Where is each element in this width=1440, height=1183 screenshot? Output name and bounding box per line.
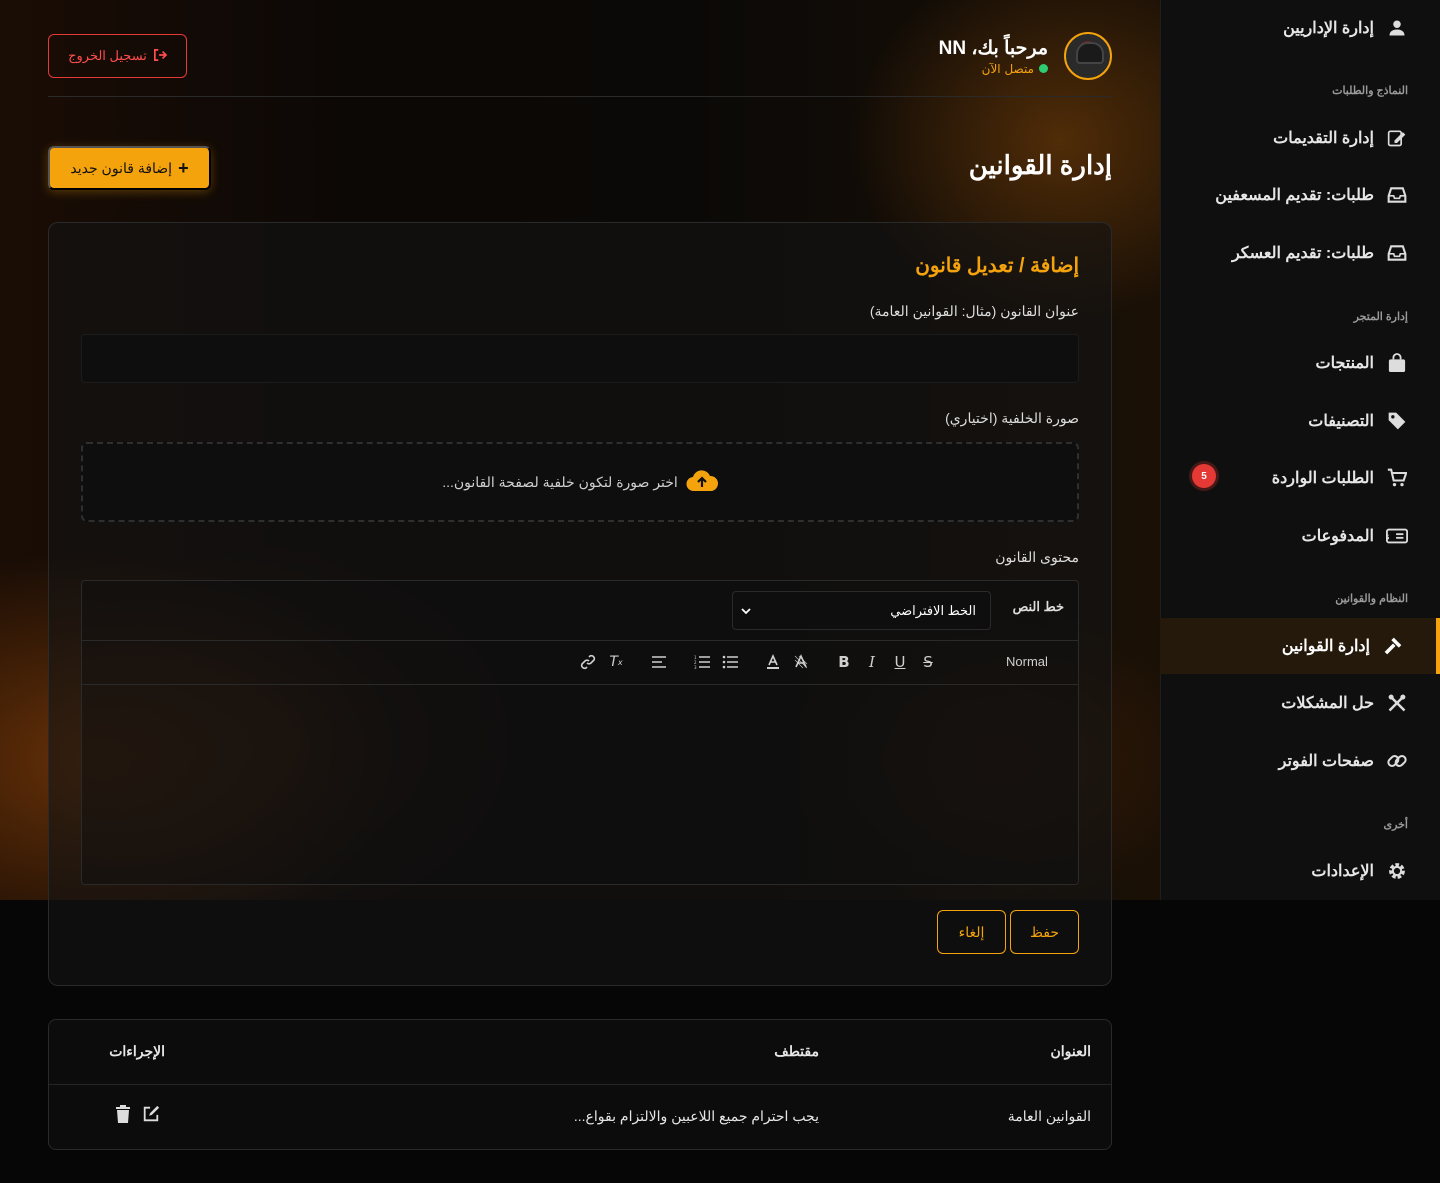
sidebar-item-label: المدفوعات: [1301, 528, 1374, 545]
section-other: أخرى: [1383, 819, 1408, 831]
cancel-button[interactable]: إلغاء: [937, 910, 1006, 954]
page-title: إدارة القوانين: [968, 150, 1112, 180]
sidebar-item-label: صفحات الفوتر: [1278, 753, 1374, 770]
sidebar-item-label: إدارة القوانين: [1281, 638, 1370, 655]
sidebar-item-label: المنتجات: [1315, 355, 1375, 372]
strike-icon[interactable]: S: [917, 651, 939, 673]
sidebar-item-label: إدارة التقديمات: [1273, 130, 1374, 147]
rule-title-cell: القوانين العامة: [1007, 1108, 1091, 1124]
shopping-bag-icon: [1386, 352, 1408, 374]
logout-icon: [153, 48, 168, 64]
add-rule-label: إضافة قانون جديد: [70, 159, 173, 176]
bold-icon[interactable]: B: [833, 651, 855, 673]
rule-excerpt-cell: يجب احترام جميع اللاعبين والالتزام بقواع…: [573, 1108, 819, 1124]
svg-text:$: $: [1386, 532, 1390, 542]
money-bill-icon: $: [1386, 525, 1408, 547]
sidebar-item-products[interactable]: المنتجات: [1160, 335, 1440, 391]
text-color-icon[interactable]: [762, 651, 784, 673]
rules-table: العنوان مقتطف الإجراءات القوانين العامة …: [48, 1019, 1112, 1150]
add-rule-button[interactable]: + إضافة قانون جديد: [48, 146, 211, 190]
orders-count-badge: 5: [1192, 464, 1216, 488]
sidebar-item-rules[interactable]: إدارة القوانين: [1160, 618, 1440, 674]
background-upload-dropzone[interactable]: اختر صورة لتكون خلفية لصفحة القانون...: [81, 442, 1079, 522]
header-divider: [48, 96, 1112, 97]
save-button[interactable]: حفظ: [1010, 910, 1079, 954]
rule-form-card: إضافة / تعديل قانون عنوان القانون (مثال:…: [48, 222, 1112, 986]
status-text: متصل الآن: [981, 61, 1034, 76]
cart-icon: [1386, 467, 1408, 489]
form-title: إضافة / تعديل قانون: [915, 255, 1079, 277]
align-icon[interactable]: [648, 651, 670, 673]
rule-content-label: محتوى القانون: [995, 549, 1079, 565]
sidebar-item-admins[interactable]: إدارة الإداريين: [1160, 0, 1440, 56]
chevron-down-icon: [741, 603, 751, 618]
sidebar-item-label: التصنيفات: [1308, 413, 1374, 430]
rule-title-label: عنوان القانون (مثال: القوانين العامة): [869, 303, 1079, 319]
sidebar-item-settings[interactable]: الإعدادات: [1160, 843, 1440, 899]
sidebar-item-applications[interactable]: إدارة التقديمات: [1160, 110, 1440, 166]
heading-select[interactable]: Normal: [1006, 654, 1048, 669]
font-select[interactable]: الخط الافتراضي: [732, 591, 991, 630]
font-select-value: الخط الافتراضي: [890, 602, 976, 618]
sidebar-item-troubleshooting[interactable]: حل المشكلات: [1160, 675, 1440, 731]
logout-button[interactable]: تسجيل الخروج: [48, 34, 187, 78]
clear-format-icon[interactable]: Tx: [605, 651, 627, 673]
section-system: النظام والقوانين: [1335, 593, 1408, 605]
sidebar-item-label: طلبات: تقديم المسعفين: [1215, 187, 1374, 204]
italic-icon[interactable]: I: [861, 651, 883, 673]
sidebar-item-payments[interactable]: $ المدفوعات: [1160, 508, 1440, 564]
inbox-icon: [1386, 242, 1408, 264]
sidebar-item-medic-requests[interactable]: طلبات: تقديم المسعفين: [1160, 167, 1440, 223]
column-title-header: العنوان: [1050, 1043, 1091, 1059]
user-profile: مرحباً بك، NN متصل الآن: [939, 32, 1112, 80]
sidebar-item-label: إدارة الإداريين: [1283, 20, 1374, 37]
gear-icon: [1386, 860, 1408, 882]
sidebar-item-orders[interactable]: الطلبات الواردة 5: [1160, 450, 1440, 506]
sidebar-item-label: الطلبات الواردة: [1271, 470, 1374, 487]
sidebar-item-categories[interactable]: التصنيفات: [1160, 393, 1440, 449]
sidebar-item-military-requests[interactable]: طلبات: تقديم العسكر: [1160, 225, 1440, 281]
section-forms: النماذج والطلبات: [1332, 85, 1408, 97]
column-actions-header: الإجراءات: [109, 1043, 165, 1059]
inbox-icon: [1386, 184, 1408, 206]
edit-icon[interactable]: [141, 1104, 161, 1124]
bullet-list-icon[interactable]: [719, 651, 741, 673]
logout-label: تسجيل الخروج: [68, 48, 147, 63]
avatar[interactable]: [1064, 32, 1112, 80]
plus-icon: +: [178, 157, 189, 178]
sidebar-item-footer-pages[interactable]: صفحات الفوتر: [1160, 733, 1440, 789]
section-store: إدارة المتجر: [1353, 311, 1408, 323]
sidebar-item-label: الإعدادات: [1311, 863, 1374, 880]
online-dot-icon: [1039, 64, 1048, 73]
font-label: خط النص: [1012, 599, 1064, 614]
background-color-icon[interactable]: [790, 651, 812, 673]
background-image-label: صورة الخلفية (اختياري): [945, 410, 1079, 426]
user-icon: [1386, 17, 1408, 39]
welcome-text: مرحباً بك، NN: [938, 37, 1048, 59]
gavel-icon: [1382, 635, 1404, 657]
tags-icon: [1386, 410, 1408, 432]
cloud-upload-icon: [686, 469, 718, 496]
sidebar-item-label: طلبات: تقديم العسكر: [1231, 245, 1374, 262]
link-icon[interactable]: [577, 651, 599, 673]
sidebar-item-label: حل المشكلات: [1281, 695, 1374, 712]
tools-icon: [1386, 692, 1408, 714]
table-header: العنوان مقتطف الإجراءات: [49, 1020, 1111, 1085]
link-icon: [1386, 750, 1408, 772]
edit-form-icon: [1386, 127, 1408, 149]
ordered-list-icon[interactable]: 123: [691, 651, 713, 673]
rule-title-input[interactable]: [81, 334, 1079, 383]
column-excerpt-header: مقتطف: [774, 1043, 819, 1059]
upload-text: اختر صورة لتكون خلفية لصفحة القانون...: [442, 473, 678, 490]
sidebar: إدارة الإداريين النماذج والطلبات إدارة ا…: [1160, 0, 1440, 900]
trash-icon[interactable]: [113, 1104, 133, 1124]
rich-text-editor: خط النص الخط الافتراضي Normal S U I B 12…: [81, 580, 1079, 885]
font-selector-row: خط النص الخط الافتراضي: [82, 581, 1078, 641]
svg-text:3: 3: [694, 665, 697, 669]
editor-toolbar: Normal S U I B 123 Tx: [82, 641, 1078, 685]
online-status: متصل الآن: [939, 62, 1048, 76]
underline-icon[interactable]: U: [889, 651, 911, 673]
